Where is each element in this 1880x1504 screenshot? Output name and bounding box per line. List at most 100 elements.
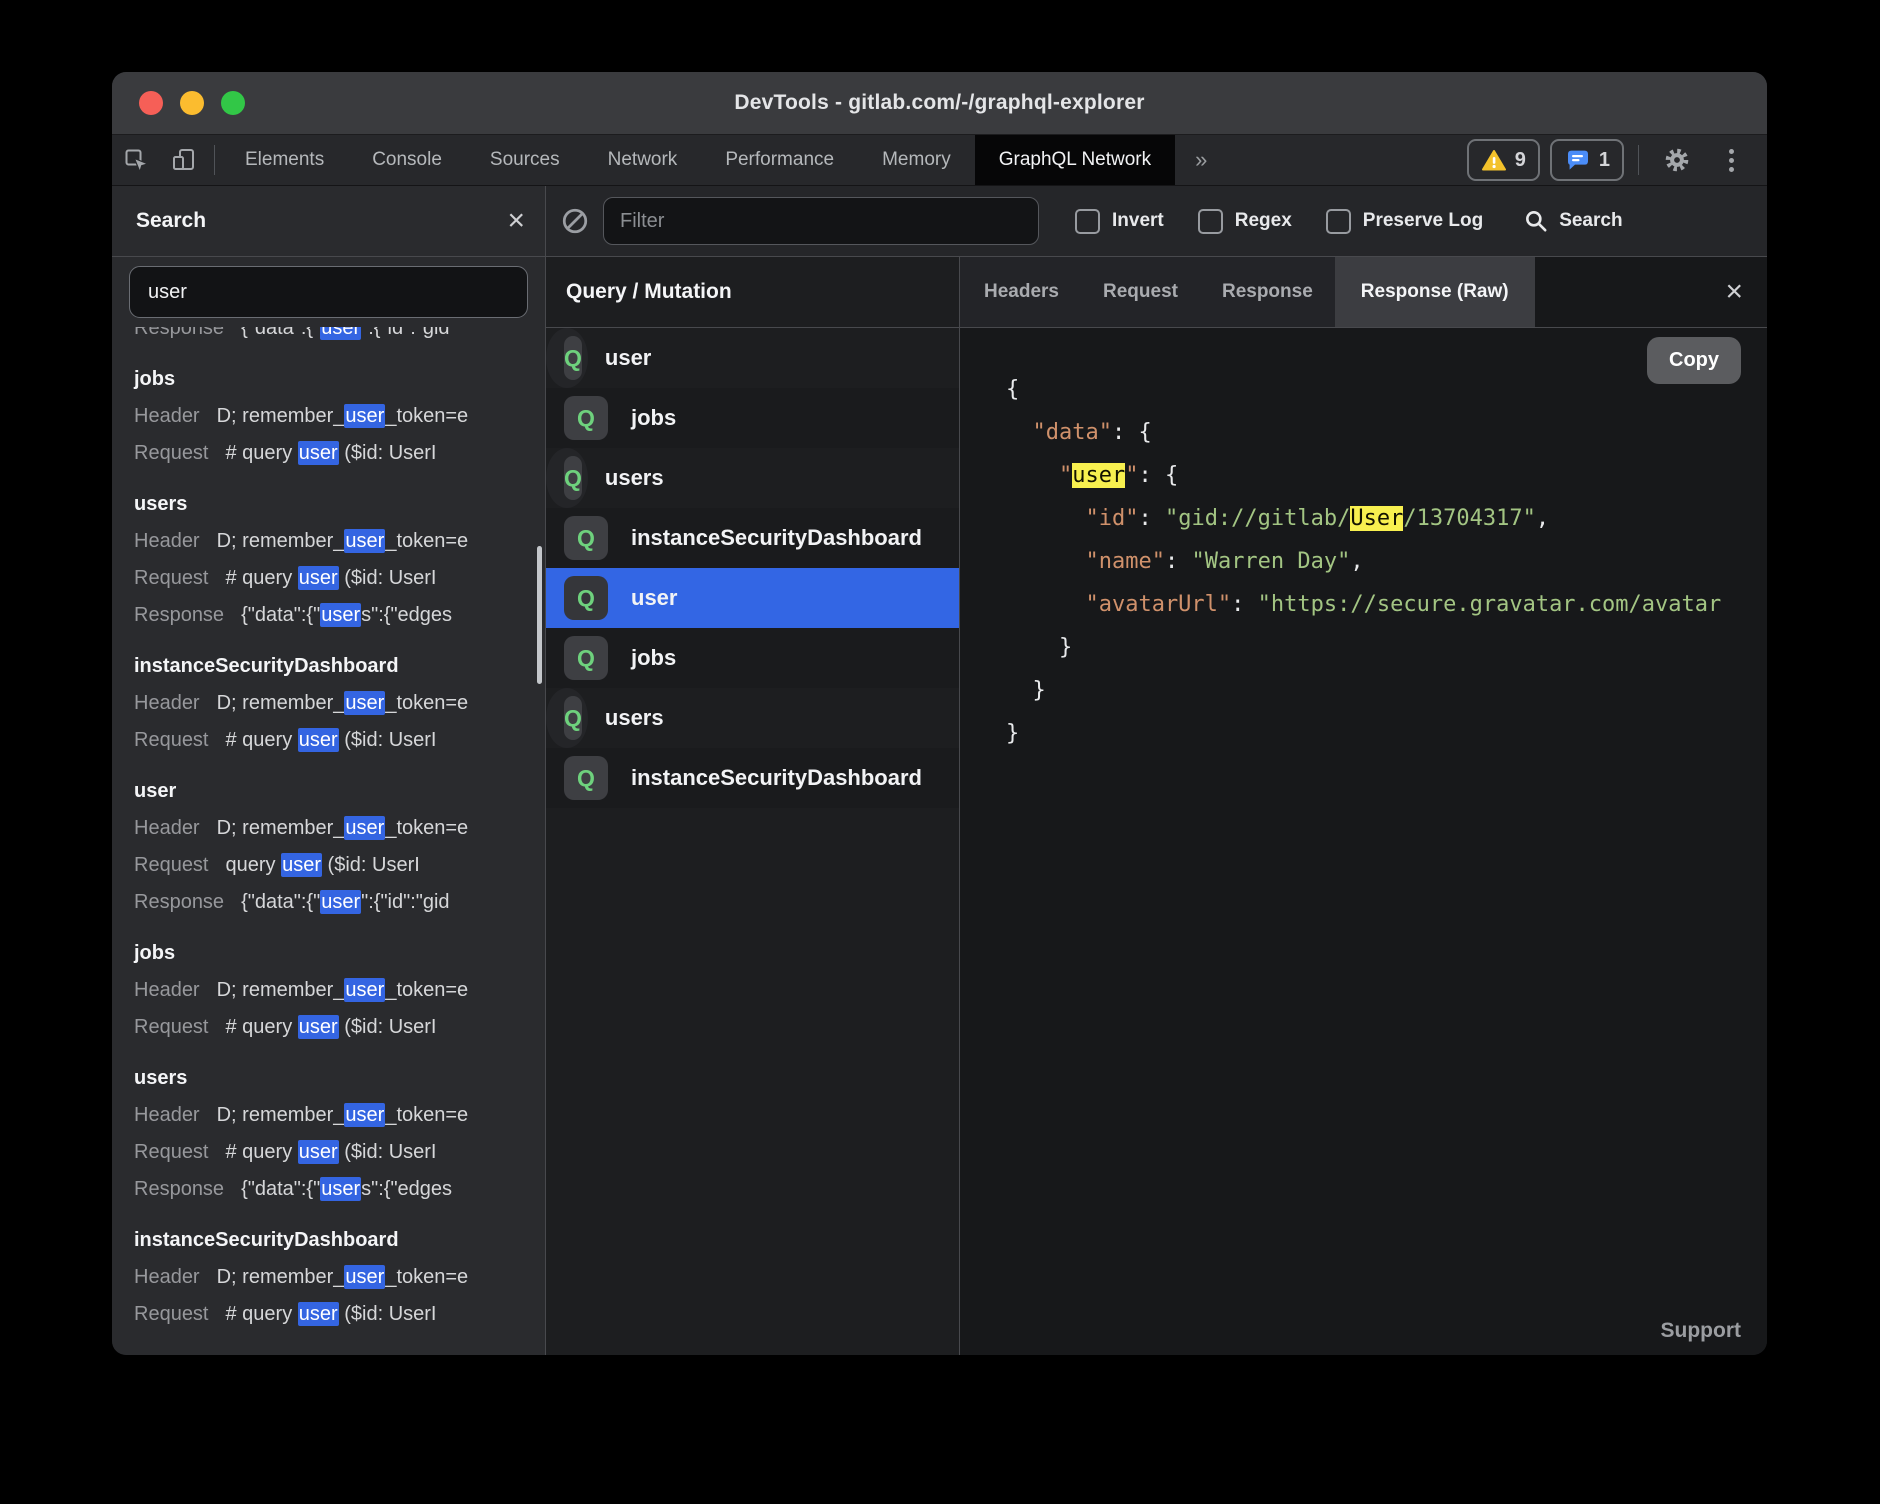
result-line-label: Header <box>134 1104 200 1126</box>
result-line-value: # query user ($id: UserI <box>226 566 437 590</box>
json-code-line: "user": { <box>1006 454 1767 497</box>
result-line-value: {"data":{"user":{"id":"gid <box>241 890 450 914</box>
response-tab-response[interactable]: Response <box>1200 257 1335 327</box>
close-search-panel-button[interactable]: × <box>507 206 525 236</box>
search-result-line[interactable]: HeaderD; remember_user_token=e <box>134 523 545 560</box>
more-tabs-button[interactable]: » <box>1175 135 1227 185</box>
checkbox-invert[interactable]: Invert <box>1075 209 1164 234</box>
search-result-line[interactable]: Response{"data":{"users":{"edges <box>134 1171 545 1208</box>
toolbar-divider <box>214 145 215 175</box>
filter-search-button[interactable]: Search <box>1523 208 1622 234</box>
search-result-line[interactable]: Request# query user ($id: UserI <box>134 1296 545 1333</box>
inspect-element-button[interactable] <box>112 135 160 185</box>
search-panel-header: Search × <box>112 186 545 257</box>
result-line-value: {"data":{"users":{"edges <box>241 1177 452 1201</box>
query-list-item-users[interactable]: Qusers <box>546 448 588 508</box>
device-toolbar-icon <box>171 147 197 173</box>
search-match: user <box>344 816 385 840</box>
filter-input[interactable] <box>603 197 1039 245</box>
search-result-line[interactable]: HeaderD; remember_user_token=e <box>134 972 545 1009</box>
search-match: user <box>344 1103 385 1127</box>
query-list-item-jobs[interactable]: Qjobs <box>546 628 959 688</box>
tab-network[interactable]: Network <box>584 135 702 185</box>
invert-checkbox-box[interactable] <box>1075 209 1100 234</box>
result-line-label: Header <box>134 1266 200 1288</box>
checkbox-label: Regex <box>1235 210 1292 232</box>
search-result-line[interactable]: Header D; remember_user_token=e <box>134 398 545 435</box>
search-result-line[interactable]: Request# query user ($id: UserI <box>134 722 545 759</box>
query-name: users <box>605 705 664 731</box>
tab-memory[interactable]: Memory <box>858 135 975 185</box>
copy-button[interactable]: Copy <box>1647 337 1741 384</box>
search-input[interactable] <box>129 266 528 318</box>
settings-button[interactable] <box>1653 146 1701 174</box>
response-tab-headers[interactable]: Headers <box>962 257 1081 327</box>
search-result-line[interactable]: Request# query user ($id: UserI <box>134 435 545 472</box>
query-name: user <box>631 585 677 611</box>
window-title: DevTools - gitlab.com/-/graphql-explorer <box>112 91 1767 115</box>
response-tab-request[interactable]: Request <box>1081 257 1200 327</box>
result-line-label: Request <box>134 1016 209 1038</box>
result-line-value: D; remember_user_token=e <box>217 816 469 840</box>
search-result-line[interactable]: HeaderD; remember_user_token=e <box>134 810 545 847</box>
checkbox-preserve-log[interactable]: Preserve Log <box>1326 209 1483 234</box>
tab-console[interactable]: Console <box>348 135 466 185</box>
search-match: user <box>320 603 361 627</box>
search-result-line[interactable]: HeaderD; remember_user_token=e <box>134 1097 545 1134</box>
issues-badge-button[interactable]: 1 <box>1550 139 1624 181</box>
search-result-line[interactable]: Request# query user ($id: UserI <box>134 560 545 597</box>
search-result-line[interactable]: Request # query user ($id: UserI <box>134 1009 545 1046</box>
search-result-line[interactable]: Requestquery user ($id: UserI <box>134 847 545 884</box>
search-match: user <box>320 890 361 914</box>
tab-sources[interactable]: Sources <box>466 135 584 185</box>
search-match: user <box>344 1265 385 1289</box>
checkbox-regex[interactable]: Regex <box>1198 209 1292 234</box>
message-bubble-icon <box>1564 147 1591 173</box>
result-line-label: Request <box>134 1141 209 1163</box>
tab-elements[interactable]: Elements <box>221 135 348 185</box>
result-line-value: # query user ($id: UserI <box>226 1140 437 1164</box>
scrollbar-thumb[interactable] <box>537 546 542 684</box>
search-results-list: Response{"data":{"user":{"id":"gid jobs He… <box>112 327 545 1355</box>
response-tab-response-raw[interactable]: Response (Raw) <box>1335 257 1535 327</box>
query-list-item-users[interactable]: Qusers <box>546 688 588 748</box>
search-match: user <box>344 978 385 1002</box>
search-match: user <box>298 1302 339 1326</box>
preserve-log-checkbox-box[interactable] <box>1326 209 1351 234</box>
customize-devtools-button[interactable] <box>1711 149 1751 172</box>
result-line-label: Request <box>134 729 209 751</box>
response-raw-json: {"data": {"user": {"id": "gid://gitlab/U… <box>960 328 1767 755</box>
search-result-line[interactable]: Response{"data":{"user":{"id":"gid <box>134 884 545 921</box>
tab-graphql-network[interactable]: GraphQL Network <box>975 135 1175 185</box>
warnings-badge-button[interactable]: 9 <box>1467 139 1540 181</box>
search-result-line[interactable]: HeaderD; remember_user_token=e <box>134 1259 545 1296</box>
close-response-panel-button[interactable]: × <box>1725 257 1767 327</box>
result-line-value: # query user ($id: UserI <box>226 441 437 465</box>
network-region: InvertRegexPreserve Log Search Query / M… <box>546 186 1767 1355</box>
support-link[interactable]: Support <box>1661 1319 1741 1343</box>
search-result-line[interactable]: Response{"data":{"user":{"id":"gid <box>134 327 545 347</box>
device-toolbar-button[interactable] <box>160 135 208 185</box>
filter-search-label: Search <box>1559 210 1622 232</box>
result-line-value: D; remember_user_token=e <box>217 404 469 428</box>
query-list-item-jobs[interactable]: Qjobs <box>546 388 959 448</box>
clear-requests-button[interactable] <box>560 206 590 236</box>
search-match: user <box>281 853 322 877</box>
response-panel: HeadersRequestResponseResponse (Raw) × C… <box>960 257 1767 1355</box>
query-type-badge: Q <box>564 516 608 560</box>
regex-checkbox-box[interactable] <box>1198 209 1223 234</box>
result-line-label: Header <box>134 405 200 427</box>
search-section-title: jobs <box>134 935 545 972</box>
query-list-item-user[interactable]: Quser <box>546 568 959 628</box>
query-list-item-instancesecuritydashboard[interactable]: QinstanceSecurityDashboard <box>546 748 959 808</box>
result-line-value: # query user ($id: UserI <box>226 1015 437 1039</box>
search-result-line[interactable]: HeaderD; remember_user_token=e <box>134 685 545 722</box>
query-list-item-user[interactable]: Quser <box>546 328 588 388</box>
search-result-line[interactable]: Response{"data":{"users":{"edges <box>134 597 545 634</box>
toolbar-divider <box>1638 145 1639 175</box>
search-result-line[interactable]: Request # query user ($id: UserI <box>134 1134 545 1171</box>
tab-performance[interactable]: Performance <box>701 135 858 185</box>
result-line-label: Header <box>134 530 200 552</box>
query-name: jobs <box>631 645 676 671</box>
query-list-item-instancesecuritydashboard[interactable]: QinstanceSecurityDashboard <box>546 508 959 568</box>
